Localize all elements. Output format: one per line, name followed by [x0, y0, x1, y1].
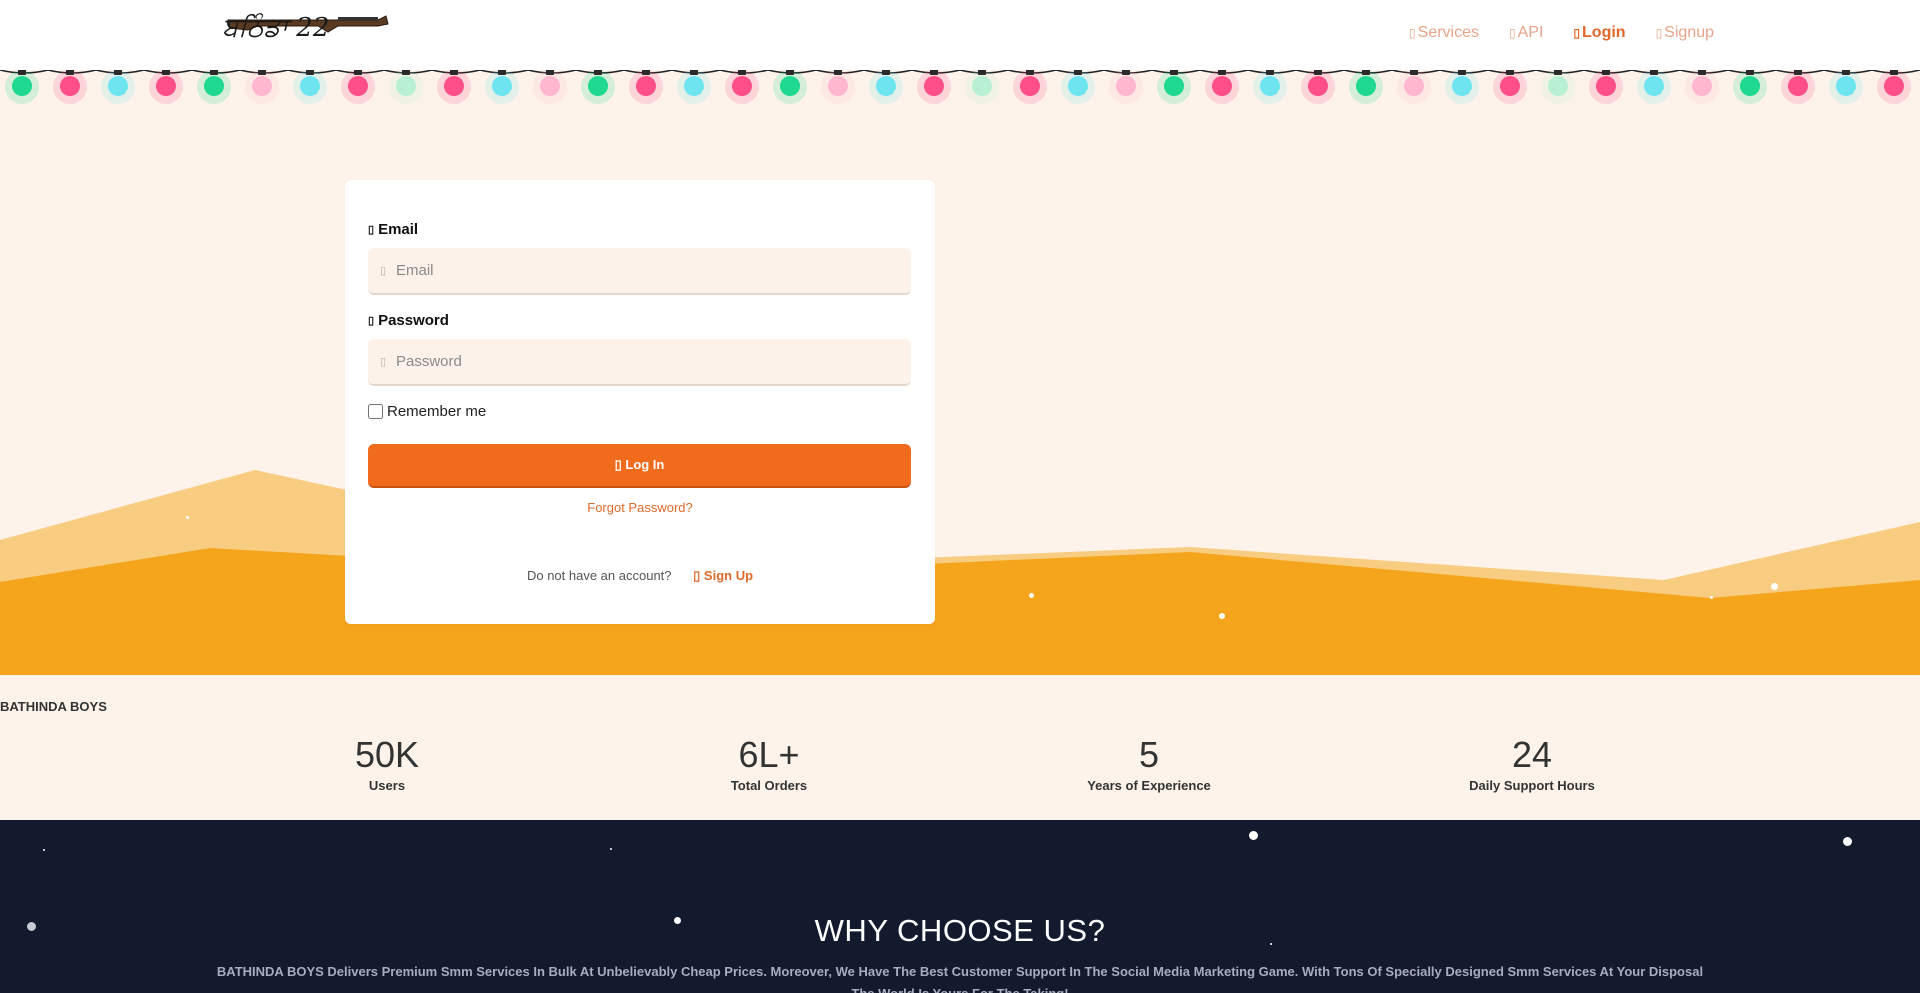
api-icon: ▯ — [1509, 26, 1516, 40]
snow-dot — [43, 849, 45, 851]
nav-api[interactable]: ▯ API — [1509, 24, 1543, 42]
snow-dot — [1843, 837, 1852, 846]
nav-label: Signup — [1664, 24, 1714, 41]
nav-login[interactable]: ▯ Login — [1573, 24, 1625, 42]
stat-value: 5 — [1138, 734, 1160, 775]
nav-label: Services — [1417, 24, 1479, 41]
password-label-text: Password — [378, 312, 449, 329]
password-label-icon: ▯ — [368, 315, 375, 327]
no-account-text: Do not have an account? — [526, 568, 672, 583]
brand-name: BATHINDA BOYS — [0, 699, 107, 714]
signup-link[interactable]: ▯ Sign Up — [693, 568, 753, 583]
login-icon: ▯ — [1573, 26, 1581, 40]
password-field[interactable] — [368, 339, 911, 386]
stat-value: 50K — [354, 734, 420, 775]
login-button[interactable]: ▯ Log In — [368, 444, 911, 488]
site-header: ਬਠਿੰਡਾ 22 ▯ Services ▯ API ▯ Login ▯ Signup — [0, 0, 1920, 70]
login-card: ▯ Email ▯ ▯ Password ▯ Remember me ▯ Log… — [345, 180, 935, 624]
stat-label: Total Orders — [730, 778, 808, 793]
forgot-password-link[interactable]: Forgot Password? — [345, 500, 935, 515]
site-logo[interactable]: ਬਠਿੰਡਾ 22 — [218, 2, 390, 60]
stat-support: 24 Daily Support Hours — [1432, 733, 1632, 793]
stat-experience: 5 Years of Experience — [1049, 733, 1249, 793]
stat-users: 50K Users — [287, 733, 487, 793]
snow-dot — [1710, 596, 1713, 599]
main-nav: ▯ Services ▯ API ▯ Login ▯ Signup — [1409, 24, 1714, 42]
snow-dot — [610, 848, 612, 850]
why-title: WHY CHOOSE US? — [814, 913, 1106, 948]
email-label-text: Email — [378, 221, 419, 238]
snow-dot — [1219, 613, 1225, 619]
email-label: ▯ Email — [368, 221, 418, 238]
why-choose-us-section: WHY CHOOSE US? BATHINDA BOYS Delivers Pr… — [0, 820, 1920, 993]
email-field-icon: ▯ — [380, 265, 387, 277]
snow-dot — [1249, 831, 1258, 840]
stat-label: Daily Support Hours — [1469, 778, 1595, 793]
signup-prompt: Do not have an account? ▯ Sign Up — [345, 568, 935, 584]
stat-orders: 6L+ Total Orders — [669, 733, 869, 793]
nav-signup[interactable]: ▯ Signup — [1656, 24, 1714, 42]
nav-label: Login — [1582, 24, 1626, 41]
nav-label: API — [1517, 24, 1544, 41]
email-label-icon: ▯ — [368, 224, 375, 236]
signup-icon: ▯ — [1655, 26, 1663, 40]
logo-image: ਬਠਿੰਡਾ 22 — [222, 13, 389, 43]
stat-value: 24 — [1511, 734, 1553, 775]
email-field[interactable] — [368, 248, 911, 295]
nav-services[interactable]: ▯ Services — [1409, 24, 1479, 42]
hills-background — [0, 470, 1920, 675]
stat-label: Users — [368, 778, 406, 793]
remember-me-checkbox[interactable] — [368, 404, 383, 419]
password-field-icon: ▯ — [380, 356, 387, 368]
why-description: BATHINDA BOYS Delivers Premium Smm Servi… — [216, 964, 1704, 993]
stat-value: 6L+ — [738, 734, 800, 775]
logo-text: ਬਠਿੰਡਾ 22 — [222, 13, 329, 43]
remember-me-label[interactable]: Remember me — [387, 403, 486, 420]
hero-section: ▯ Email ▯ ▯ Password ▯ Remember me ▯ Log… — [0, 70, 1920, 675]
snow-dot — [1029, 593, 1034, 598]
password-label: ▯ Password — [368, 312, 449, 329]
stat-label: Years of Experience — [1087, 778, 1211, 793]
snow-dot — [186, 516, 189, 519]
services-icon: ▯ — [1409, 26, 1416, 40]
hill-dark — [0, 548, 1920, 675]
remember-me: Remember me — [368, 403, 486, 420]
snow-dot — [1771, 583, 1778, 590]
